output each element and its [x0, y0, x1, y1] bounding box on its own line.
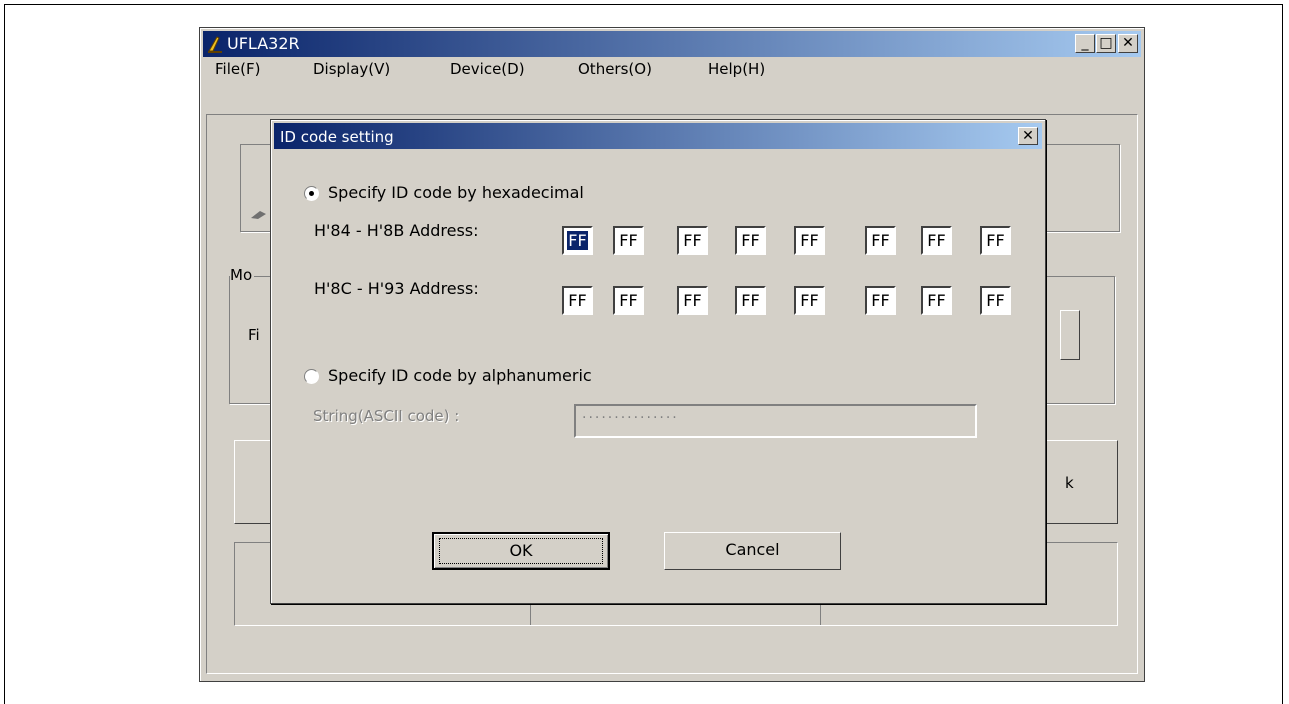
- menu-file[interactable]: File(F): [215, 60, 260, 78]
- menu-device[interactable]: Device(D): [450, 60, 525, 78]
- hex-field-8c[interactable]: FF: [562, 286, 593, 315]
- string-input-value: ···············: [582, 410, 679, 426]
- hex-value: FF: [567, 231, 588, 250]
- hex-field-88[interactable]: FF: [794, 226, 825, 255]
- row2-label: H'8C - H'93 Address:: [314, 279, 479, 298]
- status-divider-2: [820, 603, 821, 625]
- menu-display[interactable]: Display(V): [313, 60, 390, 78]
- hex-field-85[interactable]: FF: [613, 226, 644, 255]
- hex-field-87[interactable]: FF: [735, 226, 766, 255]
- dialog-close-icon[interactable]: ✕: [1018, 127, 1038, 145]
- radio-hex-dot: [309, 191, 314, 196]
- dialog-title: ID code setting: [280, 128, 394, 146]
- hex-field-8a[interactable]: FF: [921, 226, 952, 255]
- radio-hex-label[interactable]: Specify ID code by hexadecimal: [328, 183, 584, 202]
- hex-field-8e[interactable]: FF: [677, 286, 708, 315]
- hex-field-89[interactable]: FF: [865, 226, 896, 255]
- action-button-fragment: k: [1065, 474, 1074, 492]
- hex-field-91[interactable]: FF: [865, 286, 896, 315]
- cancel-label: Cancel: [725, 540, 780, 559]
- main-title: UFLA32R: [227, 34, 300, 53]
- radio-alpha[interactable]: [304, 369, 319, 384]
- main-title-bar[interactable]: UFLA32R _ □ ✕: [203, 31, 1141, 57]
- ok-focus-rect: [439, 538, 603, 564]
- hex-field-8d[interactable]: FF: [613, 286, 644, 315]
- ok-button[interactable]: OK: [432, 532, 610, 570]
- status-divider-1: [530, 603, 531, 625]
- minimize-icon[interactable]: _: [1075, 34, 1095, 53]
- maximize-icon[interactable]: □: [1096, 34, 1116, 53]
- radio-hex[interactable]: [304, 186, 319, 201]
- browse-button[interactable]: [1060, 310, 1080, 360]
- chip-icon: [251, 211, 266, 219]
- close-icon[interactable]: ✕: [1118, 34, 1138, 53]
- hex-field-8f[interactable]: FF: [735, 286, 766, 315]
- dialog-title-bar[interactable]: ID code setting ✕: [274, 123, 1042, 149]
- id-code-dialog: ID code setting ✕ Specify ID code by hex…: [270, 119, 1046, 604]
- menu-help[interactable]: Help(H): [708, 60, 765, 78]
- mode-group-label: Mo: [230, 266, 255, 284]
- hex-field-8b[interactable]: FF: [980, 226, 1011, 255]
- row1-label: H'84 - H'8B Address:: [314, 221, 479, 240]
- hex-field-84[interactable]: FF: [562, 226, 593, 255]
- string-label: String(ASCII code) :: [313, 407, 460, 425]
- cancel-button[interactable]: Cancel: [664, 532, 841, 570]
- hex-field-90[interactable]: FF: [794, 286, 825, 315]
- hex-field-93[interactable]: FF: [980, 286, 1011, 315]
- menu-others[interactable]: Others(O): [578, 60, 652, 78]
- string-input[interactable]: ···············: [574, 404, 977, 438]
- file-label: Fi: [248, 326, 260, 344]
- hex-field-86[interactable]: FF: [677, 226, 708, 255]
- radio-alpha-label[interactable]: Specify ID code by alphanumeric: [328, 366, 592, 385]
- app-icon: [208, 36, 222, 53]
- hex-field-92[interactable]: FF: [921, 286, 952, 315]
